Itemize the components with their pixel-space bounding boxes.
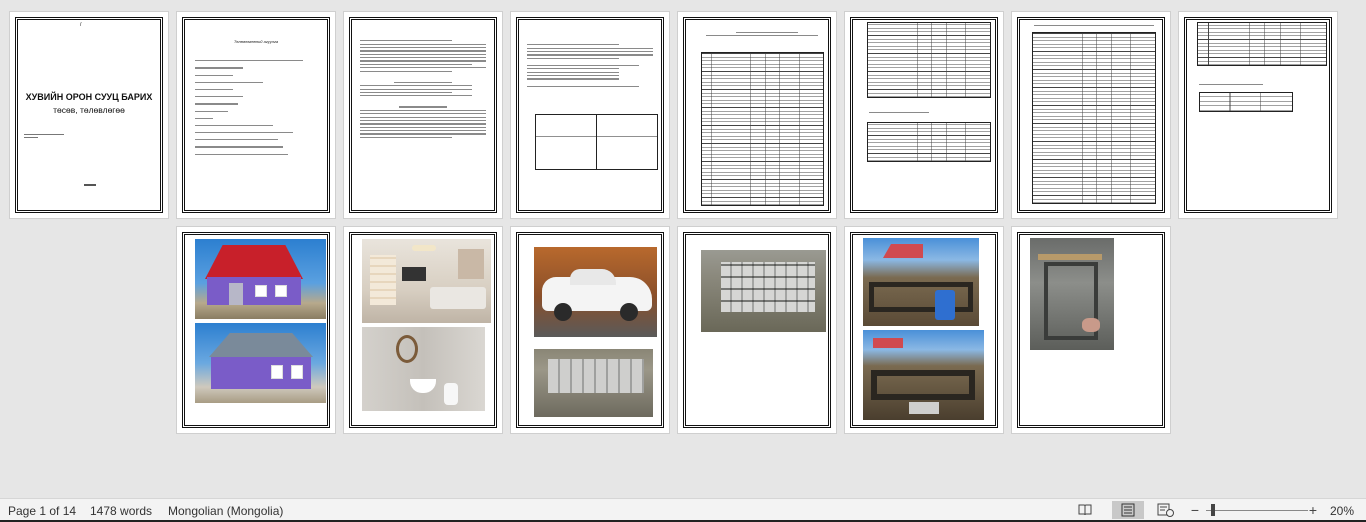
page-thumbnail-5[interactable] (678, 12, 836, 218)
page-thumbnail-10[interactable] (344, 227, 502, 433)
house-photo-2 (195, 323, 326, 403)
page-thumbnail-14[interactable] (1012, 227, 1170, 433)
living-room-photo (362, 239, 491, 323)
budget-table (1197, 22, 1327, 66)
table-caption (1199, 84, 1263, 86)
summary-box-table (535, 114, 658, 170)
budget-table (867, 22, 991, 98)
word-count[interactable]: 1478 words (90, 504, 152, 518)
cover-top-mark: / (80, 22, 82, 28)
page-count[interactable]: Page 1 of 14 (8, 504, 76, 518)
bathroom-photo (362, 327, 485, 411)
zoom-in-button[interactable]: + (1306, 501, 1320, 519)
web-layout-button[interactable] (1152, 501, 1178, 519)
page-text-block (521, 42, 659, 89)
foundation-photo-2 (863, 330, 984, 420)
toc-entries (189, 58, 323, 157)
page-thumbnail-9[interactable] (177, 227, 335, 433)
web-icon (1157, 503, 1174, 517)
foundation-photo-1 (863, 238, 979, 326)
page-border (349, 232, 497, 428)
toc-heading: Төлөвлөгөөний агуулга (233, 39, 279, 44)
materials-table (867, 122, 991, 162)
page-border (182, 232, 330, 428)
page-border (850, 17, 998, 213)
page-border (1017, 17, 1165, 213)
page-thumbnail-6[interactable] (845, 12, 1003, 218)
language-indicator[interactable]: Mongolian (Mongolia) (168, 504, 283, 518)
page-thumbnail-13[interactable] (845, 227, 1003, 433)
zoom-level[interactable]: 20% (1330, 504, 1354, 518)
page-thumbnail-7[interactable] (1012, 12, 1170, 218)
page-thumbnail-3[interactable] (344, 12, 502, 218)
page-thumbnail-2[interactable]: Төлөвлөгөөний агуулга (177, 12, 335, 218)
page-icon (1121, 503, 1135, 517)
page-border (1184, 17, 1332, 213)
table-caption (869, 112, 929, 114)
table-caption (736, 32, 798, 34)
read-mode-button[interactable] (1072, 501, 1098, 519)
page-border (516, 232, 664, 428)
zoom-out-button[interactable]: − (1188, 501, 1202, 519)
page-thumbnail-12[interactable] (678, 227, 836, 433)
concrete-blocks-photo (534, 349, 653, 417)
page-thumbnail-1[interactable]: / ХУВИЙН ОРОН СУУЦ БАРИХ төсөв, төлөвлөг… (10, 12, 168, 218)
cover-title: ХУВИЙН ОРОН СУУЦ БАРИХ (25, 92, 153, 102)
page-thumbnail-11[interactable] (511, 227, 669, 433)
book-icon (1078, 504, 1092, 516)
house-photo-1 (195, 239, 326, 319)
print-layout-button[interactable] (1112, 501, 1144, 519)
page-text-block (354, 38, 492, 140)
cover-footer-mark (84, 184, 96, 186)
car-photo (534, 247, 657, 337)
page-border (683, 17, 831, 213)
table-caption (1034, 25, 1154, 27)
budget-table (1032, 32, 1156, 204)
budget-table (701, 52, 824, 206)
concrete-blocks-photo (701, 250, 826, 332)
page-thumbnail-8[interactable] (1179, 12, 1337, 218)
zoom-slider-thumb[interactable] (1211, 504, 1215, 516)
page-border (683, 232, 831, 428)
zoom-slider-track[interactable] (1206, 510, 1308, 511)
document-workspace[interactable]: / ХУВИЙН ОРОН СУУЦ БАРИХ төсөв, төлөвлөг… (0, 0, 1366, 498)
page-border (349, 17, 497, 213)
cover-subtitle: төсөв, төлөвлөгөө (53, 105, 125, 115)
page-border (1017, 232, 1165, 428)
page-thumbnail-4[interactable] (511, 12, 669, 218)
status-bar: Page 1 of 14 1478 words Mongolian (Mongo… (0, 498, 1366, 522)
summary-table (1199, 92, 1293, 112)
foundation-closeup-photo (1030, 238, 1114, 350)
page-border: Төлөвлөгөөний агуулга (182, 17, 330, 213)
page-border (850, 232, 998, 428)
cover-info-lines (24, 132, 74, 140)
page-border (516, 17, 664, 213)
page-border: / ХУВИЙН ОРОН СУУЦ БАРИХ төсөв, төлөвлөг… (15, 17, 163, 213)
